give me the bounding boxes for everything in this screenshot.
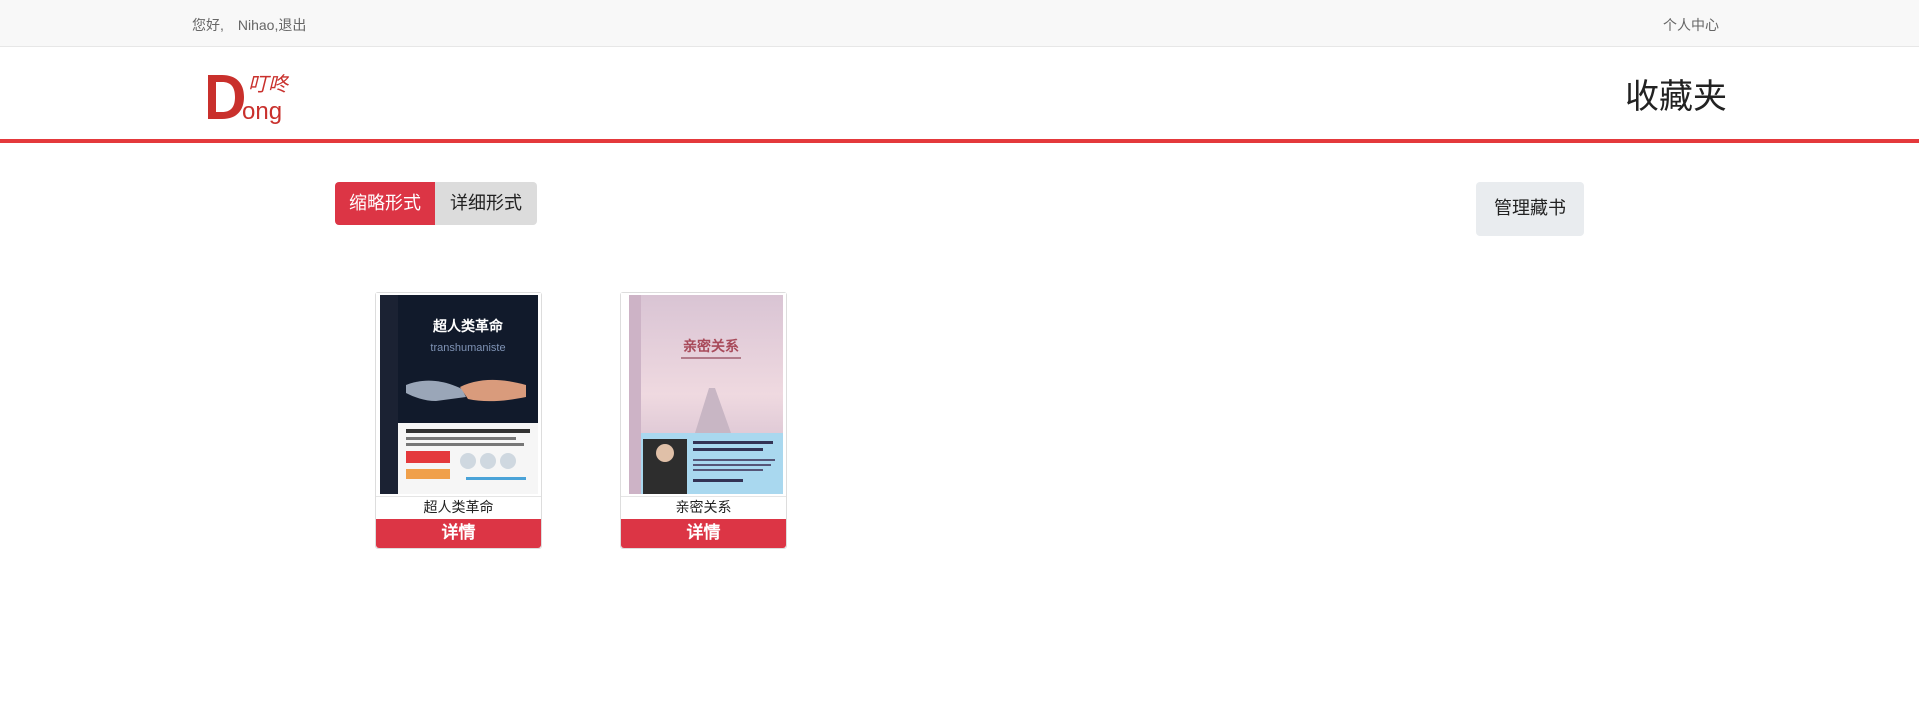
- username-link[interactable]: Nihao,: [238, 17, 278, 33]
- page-title: 收藏夹: [1625, 77, 1727, 117]
- brief-view-button[interactable]: 缩略形式: [335, 182, 435, 225]
- dong-logo-icon: ong 叮咚: [208, 72, 290, 125]
- book-detail-button[interactable]: 详情: [621, 519, 786, 548]
- top-bar: 您好, Nihao,退出 个人中心: [0, 0, 1919, 47]
- user-center-link[interactable]: 个人中心: [1663, 15, 1719, 35]
- svg-text:transhumaniste: transhumaniste: [430, 342, 505, 354]
- book-card: 亲密关系 亲密关系 详情: [620, 292, 787, 549]
- manage-books-button[interactable]: 管理藏书: [1476, 182, 1584, 236]
- book-detail-button[interactable]: 详情: [376, 519, 541, 548]
- greeting-text: 您好,: [192, 17, 224, 33]
- header: ong 叮咚 收藏夹: [0, 47, 1919, 143]
- dong-logo[interactable]: ong 叮咚: [204, 67, 304, 125]
- svg-text:ong: ong: [242, 98, 282, 125]
- book-cover[interactable]: 超人类革命 transhumaniste: [376, 293, 541, 497]
- view-toggle: 缩略形式 详细形式: [335, 182, 537, 225]
- detailed-view-button[interactable]: 详细形式: [435, 182, 537, 225]
- logout-link[interactable]: 退出: [278, 17, 306, 33]
- book-cover-image: 亲密关系: [621, 293, 786, 496]
- book-title: 亲密关系: [675, 500, 732, 516]
- greeting: 您好, Nihao,退出: [192, 15, 306, 35]
- svg-text:超人类革命: 超人类革命: [432, 318, 504, 335]
- book-card: 超人类革命 transhumaniste 超人类革命 详情: [375, 292, 542, 549]
- book-title: 超人类革命: [423, 500, 494, 516]
- book-cover-image: 超人类革命 transhumaniste: [376, 293, 541, 496]
- svg-text:叮咚: 叮咚: [248, 72, 290, 96]
- svg-text:亲密关系: 亲密关系: [683, 338, 739, 355]
- book-cover[interactable]: 亲密关系: [621, 293, 786, 497]
